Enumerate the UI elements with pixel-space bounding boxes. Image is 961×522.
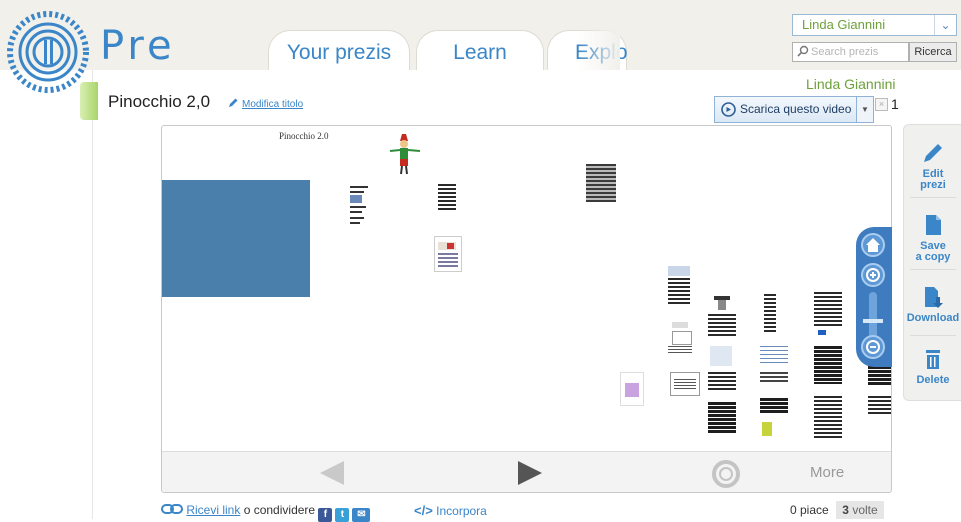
chevron-down-icon: ⌄ <box>934 15 956 35</box>
zoom-out-icon[interactable] <box>861 335 885 359</box>
likes-label: 0 piace <box>790 503 829 517</box>
download-video-label: Scarica questo video <box>740 102 852 116</box>
zoom-in-icon[interactable] <box>861 263 885 287</box>
edit-icon <box>924 144 942 162</box>
embed-icon: </> <box>414 503 433 518</box>
link-icon <box>161 504 183 514</box>
save-copy-button[interactable]: Save a copy <box>904 213 961 263</box>
prev-arrow-icon[interactable] <box>320 461 346 485</box>
prezi-viewer[interactable]: Pinocchio 2.0 More <box>161 125 892 493</box>
download-label: Download <box>906 312 960 324</box>
canvas-thumbnail <box>586 164 616 204</box>
save-label-2: a copy <box>915 251 951 263</box>
side-toolbar: Edit prezi Save a copy Download Delete <box>903 124 961 401</box>
canvas-thumbnail <box>438 180 456 216</box>
embed-link[interactable]: Incorpora <box>436 504 487 518</box>
close-icon[interactable]: × <box>875 98 888 111</box>
canvas-thumbnail <box>350 186 368 226</box>
download-video-count: 1 <box>891 96 899 112</box>
user-menu-select[interactable]: Linda Giannini ⌄ <box>792 14 957 36</box>
page-title: Pinocchio 2,0 <box>108 92 211 111</box>
edit-title-link[interactable]: Modifica titolo <box>227 97 303 110</box>
search-button[interactable]: Ricerca <box>909 42 957 62</box>
tab-learn[interactable]: Learn <box>416 30 544 74</box>
download-video-button[interactable]: Scarica questo video <box>714 96 857 123</box>
canvas-thumbnail <box>620 372 644 406</box>
share-row: Ricevi link o condividere f t ✉ <box>161 503 373 522</box>
canvas-blue-block <box>162 180 310 297</box>
twitter-icon[interactable]: t <box>335 508 350 522</box>
canvas-thumbnail <box>434 236 462 272</box>
tab-your-prezis[interactable]: Your prezis <box>268 30 410 74</box>
facebook-icon[interactable]: f <box>318 508 333 522</box>
home-icon[interactable] <box>861 233 885 257</box>
likes-count: 3 <box>842 503 849 517</box>
canvas-thumbnail <box>668 322 694 356</box>
canvas-thumbnail <box>708 296 736 436</box>
canvas-thumbnail <box>814 292 844 440</box>
share-or-label: o condividere <box>243 503 316 517</box>
prezi-canvas[interactable]: Pinocchio 2.0 <box>162 126 891 451</box>
likes-times: volte <box>852 503 878 517</box>
download-icon <box>925 287 943 308</box>
user-menu-name: Linda Giannini <box>802 17 886 32</box>
search-input[interactable]: Search prezis <box>792 42 909 62</box>
more-button[interactable]: More <box>810 464 844 481</box>
search-placeholder: Search prezis <box>811 46 879 58</box>
embed-row[interactable]: </> Incorpora <box>414 503 487 518</box>
tab-fade <box>578 28 620 74</box>
canvas-thumbnail <box>868 366 891 418</box>
download-button[interactable]: Download <box>904 285 961 324</box>
panel-tab-marker <box>80 82 98 120</box>
canvas-thumbnail <box>760 294 790 444</box>
divider <box>910 197 956 198</box>
edit-label-2: prezi <box>920 179 946 191</box>
owner-name[interactable]: Linda Giannini <box>806 76 896 92</box>
canvas-heading: Pinocchio 2.0 <box>279 131 329 141</box>
zoom-control <box>856 227 892 367</box>
likes-count-badge: 3 volte <box>836 501 884 519</box>
email-icon[interactable]: ✉ <box>352 508 371 522</box>
edit-prezi-button[interactable]: Edit prezi <box>904 141 961 191</box>
next-arrow-icon[interactable] <box>516 461 542 485</box>
divider <box>910 269 956 270</box>
pinocchio-figure <box>389 134 421 175</box>
download-video-dropdown[interactable]: ▼ <box>857 96 874 123</box>
save-icon <box>926 215 941 235</box>
delete-label: Delete <box>916 374 950 386</box>
prezi-logo-icon[interactable] <box>6 10 90 94</box>
divider <box>910 335 956 336</box>
search-icon <box>797 45 809 57</box>
delete-icon <box>926 350 940 369</box>
get-link-link[interactable]: Ricevi link <box>186 503 240 517</box>
viewer-controls: More <box>162 451 891 492</box>
pencil-icon <box>229 98 238 107</box>
canvas-thumbnail <box>670 372 700 396</box>
canvas-thumbnail <box>668 266 690 306</box>
edit-title-label: Modifica titolo <box>242 99 304 110</box>
zoom-slider-handle[interactable] <box>863 319 883 323</box>
brand-logo-text[interactable]: Pre <box>100 26 176 66</box>
fullscreen-icon[interactable] <box>712 460 740 488</box>
video-icon <box>721 102 736 117</box>
delete-button[interactable]: Delete <box>904 347 961 386</box>
